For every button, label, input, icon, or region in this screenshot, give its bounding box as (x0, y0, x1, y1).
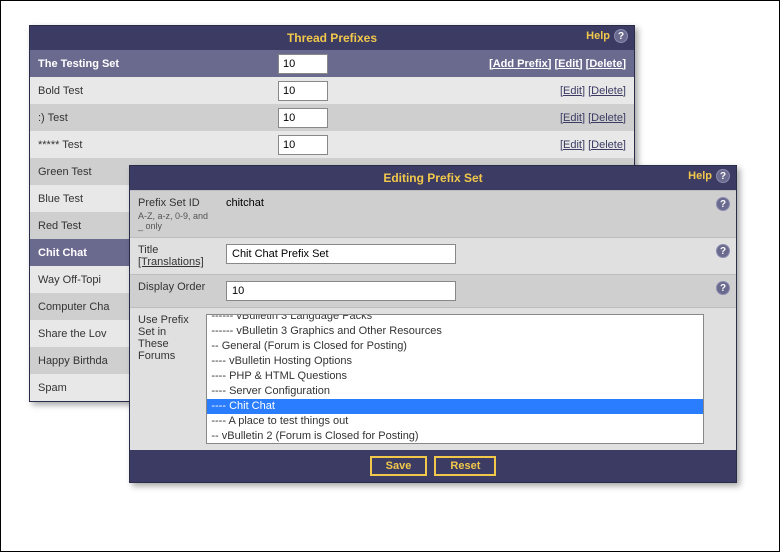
table-row: :) Test [Edit] [Delete] (30, 104, 634, 131)
set-order-input[interactable] (278, 54, 328, 74)
delete-link[interactable]: [Delete] (586, 58, 626, 70)
field-label: Use Prefix Set in These Forums (130, 308, 198, 368)
delete-link[interactable]: [Delete] (588, 139, 626, 151)
form-row-forums: Use Prefix Set in These Forums ------ vB… (130, 307, 736, 450)
field-help-icon[interactable]: ? (716, 197, 730, 211)
editing-prefix-set-panel: Editing Prefix Set Help ? Prefix Set ID … (129, 165, 737, 483)
save-button[interactable]: Save (370, 456, 428, 476)
edit-link[interactable]: [Edit] (560, 85, 585, 97)
prefix-set-id-value: chitchat (226, 197, 264, 209)
forum-option[interactable]: -- General (Forum is Closed for Posting) (207, 339, 703, 354)
field-label: Title [Translations] (130, 238, 218, 274)
field-help-icon[interactable]: ? (716, 244, 730, 258)
table-row: ***** Test [Edit] [Delete] (30, 131, 634, 158)
form-row-display-order: Display Order ? (130, 274, 736, 307)
forum-option[interactable]: ---- PHP & HTML Questions (207, 369, 703, 384)
forum-option[interactable]: ------ vBulletin 3 Language Packs (207, 314, 703, 324)
help-label: Help (586, 30, 610, 42)
table-header-row: The Testing Set [Add Prefix] [Edit] [Del… (30, 50, 634, 77)
edit-link[interactable]: [Edit] (560, 139, 585, 151)
forum-option[interactable]: -- vBulletin 2 (Forum is Closed for Post… (207, 429, 703, 444)
prefix-name: Bold Test (30, 77, 270, 104)
order-input[interactable] (278, 81, 328, 101)
forums-select[interactable]: ------ vBulletin 3 Language Packs------ … (206, 314, 704, 444)
field-label: Display Order (130, 275, 218, 299)
order-input[interactable] (278, 108, 328, 128)
prefix-name: :) Test (30, 104, 270, 131)
table-row: Bold Test [Edit] [Delete] (30, 77, 634, 104)
translations-link[interactable]: [Translations] (138, 256, 210, 268)
forum-option[interactable]: ---- Chit Chat (207, 399, 703, 414)
help-icon: ? (716, 169, 730, 183)
panel-title: Thread Prefixes (287, 31, 377, 45)
field-help-icon[interactable]: ? (716, 281, 730, 295)
delete-link[interactable]: [Delete] (588, 112, 626, 124)
edit-link[interactable]: [Edit] (560, 112, 585, 124)
reset-button[interactable]: Reset (434, 456, 496, 476)
forum-option[interactable]: ---- A place to test things out (207, 414, 703, 429)
panel-header: Thread Prefixes Help ? (30, 26, 634, 50)
delete-link[interactable]: [Delete] (588, 85, 626, 97)
button-bar: Save Reset (130, 450, 736, 482)
forum-option[interactable]: ------ vBulletin 3 Graphics and Other Re… (207, 324, 703, 339)
field-hint: A-Z, a-z, 0-9, and _ only (138, 211, 210, 231)
field-label: Prefix Set ID A-Z, a-z, 0-9, and _ only (130, 191, 218, 237)
panel-header: Editing Prefix Set Help ? (130, 166, 736, 190)
help-link[interactable]: Help ? (586, 29, 628, 43)
panel-title: Editing Prefix Set (383, 171, 482, 185)
form-row-prefix-set-id: Prefix Set ID A-Z, a-z, 0-9, and _ only … (130, 190, 736, 237)
form-row-title: Title [Translations] ? (130, 237, 736, 274)
add-prefix-link[interactable]: [Add Prefix] (489, 58, 551, 70)
prefix-name: ***** Test (30, 131, 270, 158)
forum-option[interactable]: ---- vBulletin Hosting Options (207, 354, 703, 369)
order-input[interactable] (278, 135, 328, 155)
forum-option[interactable]: ---- Server Configuration (207, 384, 703, 399)
title-input[interactable] (226, 244, 456, 264)
help-link[interactable]: Help ? (688, 169, 730, 183)
edit-link[interactable]: [Edit] (554, 58, 582, 70)
help-icon: ? (614, 29, 628, 43)
display-order-input[interactable] (226, 281, 456, 301)
help-label: Help (688, 170, 712, 182)
set-name: The Testing Set (30, 50, 270, 77)
